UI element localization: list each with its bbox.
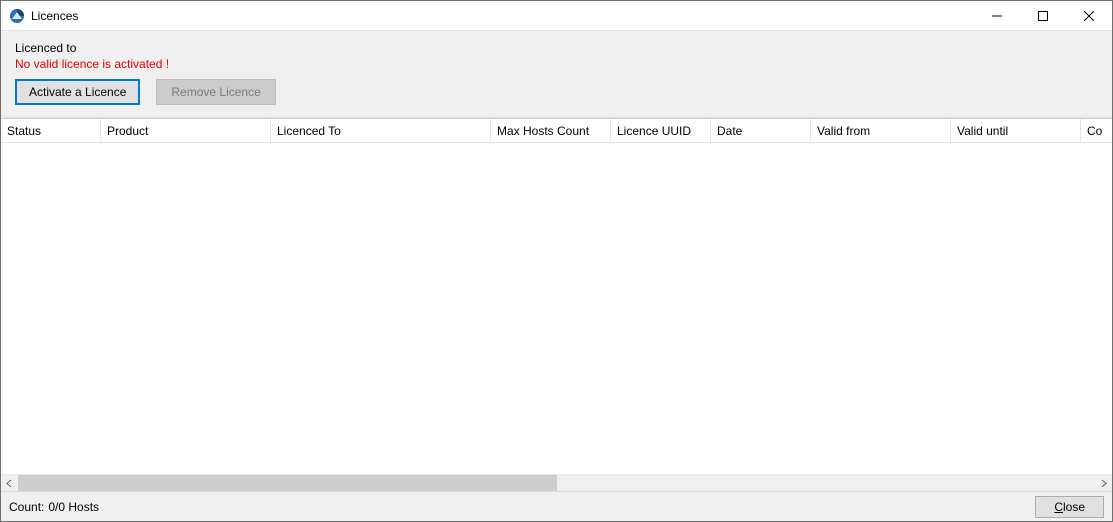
scrollbar-track[interactable] <box>18 475 1095 491</box>
close-button[interactable]: Close <box>1035 496 1104 518</box>
close-button-label-rest: lose <box>1063 500 1085 514</box>
maximize-button[interactable] <box>1020 1 1066 30</box>
window-title: Licences <box>31 9 78 23</box>
scrollbar-thumb[interactable] <box>18 475 557 491</box>
titlebar: Licences <box>1 1 1112 31</box>
horizontal-scrollbar[interactable] <box>1 474 1112 491</box>
scroll-left-arrow-icon[interactable] <box>1 475 18 492</box>
table-header-row: Status Product Licenced To Max Hosts Cou… <box>1 119 1112 143</box>
close-button-mnemonic: C <box>1054 500 1063 514</box>
col-status[interactable]: Status <box>1 119 101 142</box>
licence-warning-text: No valid licence is activated ! <box>15 57 1098 71</box>
col-valid-from[interactable]: Valid from <box>811 119 951 142</box>
header-panel: Licenced to No valid licence is activate… <box>1 31 1112 118</box>
footer-bar: Count: 0/0 Hosts Close <box>1 491 1112 521</box>
table-body-empty <box>1 143 1112 474</box>
licences-window: Licences Licenced to No valid licence is… <box>0 0 1113 522</box>
col-licenced-to[interactable]: Licenced To <box>271 119 491 142</box>
app-icon <box>9 8 25 24</box>
count-label: Count: <box>9 500 44 514</box>
scroll-right-arrow-icon[interactable] <box>1095 475 1112 492</box>
remove-licence-button[interactable]: Remove Licence <box>156 79 275 105</box>
activate-licence-button[interactable]: Activate a Licence <box>15 79 140 105</box>
window-controls <box>974 1 1112 30</box>
licence-table: Status Product Licenced To Max Hosts Cou… <box>1 118 1112 491</box>
close-window-button[interactable] <box>1066 1 1112 30</box>
col-product[interactable]: Product <box>101 119 271 142</box>
col-max-hosts[interactable]: Max Hosts Count <box>491 119 611 142</box>
minimize-button[interactable] <box>974 1 1020 30</box>
licenced-to-label: Licenced to <box>15 41 1098 55</box>
col-date[interactable]: Date <box>711 119 811 142</box>
col-co[interactable]: Co <box>1081 119 1112 142</box>
col-valid-until[interactable]: Valid until <box>951 119 1081 142</box>
count-value: 0/0 Hosts <box>48 500 99 514</box>
col-licence-uuid[interactable]: Licence UUID <box>611 119 711 142</box>
